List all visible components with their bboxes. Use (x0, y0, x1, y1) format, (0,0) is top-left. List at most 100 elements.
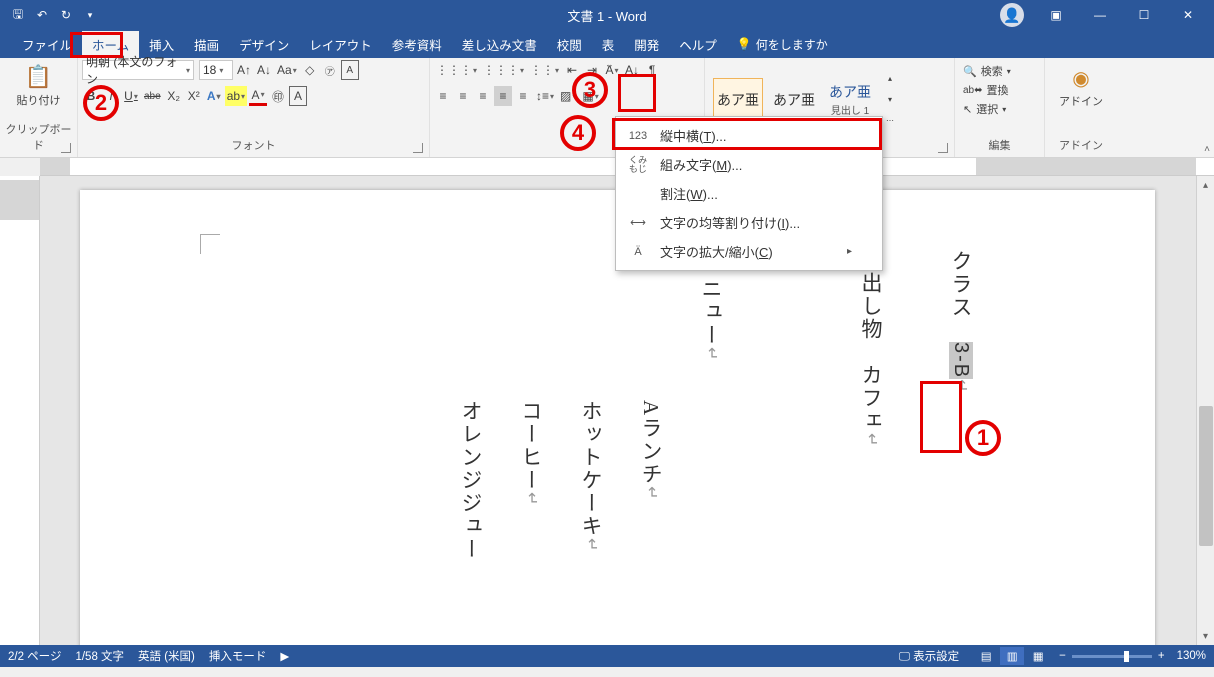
change-case-icon[interactable]: Aa (275, 60, 299, 80)
styles-more-icon[interactable]: ⋯ (881, 111, 899, 131)
para-mark-icon: ↵ (583, 538, 600, 553)
line-spacing-icon[interactable]: ↕≡ (534, 86, 556, 106)
kumimoji-icon: くみもじ (626, 156, 650, 174)
menu-fit-width[interactable]: ⟷ 文字の均等割り付け(I)... (616, 208, 882, 237)
zoom-out-icon[interactable]: − (1059, 650, 1066, 662)
menu-kumimoji[interactable]: くみもじ 組み文字(M)... (616, 150, 882, 179)
bullets-icon[interactable]: ⋮⋮⋮ (434, 60, 479, 80)
font-size-combo[interactable]: 18 (199, 60, 233, 80)
maximize-icon[interactable]: ☐ (1122, 0, 1166, 30)
align-center-icon[interactable]: ≡ (454, 86, 472, 106)
multilevel-icon[interactable]: ⋮⋮ (528, 60, 561, 80)
tab-references[interactable]: 参考資料 (382, 31, 452, 58)
status-word-count[interactable]: 1/58 文字 (75, 648, 124, 664)
menu-char-scale[interactable]: Ä 文字の拡大/縮小(C) ▸ (616, 237, 882, 266)
tab-design[interactable]: デザイン (229, 31, 299, 58)
qat-dropdown-icon[interactable]: ▾ (82, 7, 98, 23)
scrollbar-thumb[interactable] (1199, 406, 1213, 546)
vertical-scrollbar[interactable]: ▴ ▾ (1196, 176, 1214, 645)
status-insert-mode[interactable]: 挿入モード (209, 648, 267, 664)
macro-icon[interactable]: ▶ (280, 649, 289, 663)
status-page[interactable]: 2/2 ページ (8, 648, 61, 664)
minimize-icon[interactable]: — (1078, 0, 1122, 30)
tab-file[interactable]: ファイル (12, 31, 82, 58)
tab-view[interactable]: 表 (592, 31, 625, 58)
bold-button[interactable]: B (82, 86, 100, 106)
addins-label[interactable]: アドイン (1059, 93, 1103, 109)
styles-up-icon[interactable]: ▴ (881, 69, 899, 89)
increase-font-icon[interactable]: A↑ (235, 60, 253, 80)
shading-icon[interactable]: ▨ (558, 86, 578, 106)
increase-indent-icon[interactable]: ⇥ (583, 60, 601, 80)
tab-draw[interactable]: 描画 (184, 31, 229, 58)
subscript-button[interactable]: X₂ (165, 86, 183, 106)
tab-review[interactable]: 校閲 (547, 31, 592, 58)
zoom-slider[interactable] (1072, 655, 1152, 658)
zoom-in-icon[interactable]: + (1158, 650, 1165, 662)
numbering-icon[interactable]: ⋮⋮⋮ (481, 60, 526, 80)
scroll-down-icon[interactable]: ▾ (1197, 627, 1214, 645)
tell-me[interactable]: 💡 何をしますか (737, 36, 828, 53)
replace-button[interactable]: ab⬌置換 (959, 81, 1040, 99)
font-family-combo[interactable]: 明朝 (本文のフォン (82, 60, 194, 80)
phonetic-icon[interactable]: ㋐ (321, 60, 339, 80)
menu-warichu[interactable]: 割注(W)... (616, 179, 882, 208)
collapse-ribbon-icon[interactable]: ˄ (1204, 144, 1210, 155)
menu-tatechuyoko[interactable]: 123 縦中横(T)... (616, 121, 882, 150)
decrease-indent-icon[interactable]: ⇤ (563, 60, 581, 80)
circle-enclose-icon[interactable]: ㊞ (269, 86, 287, 106)
account-icon[interactable]: 👤 (1000, 3, 1024, 27)
tab-layout[interactable]: レイアウト (299, 31, 382, 58)
asian-layout-button[interactable]: A↔ (603, 60, 621, 80)
select-button[interactable]: ↖選択▾ (959, 100, 1040, 118)
styles-down-icon[interactable]: ▾ (881, 90, 899, 110)
align-right-icon[interactable]: ≡ (474, 86, 492, 106)
underline-button[interactable]: U (122, 86, 140, 106)
styles-launcher-icon[interactable] (938, 143, 948, 153)
find-button[interactable]: 🔍検索▾ (959, 62, 1040, 80)
enclose-char-icon[interactable]: A (341, 60, 359, 80)
doc-text: ホットケーキ (579, 400, 603, 538)
style-heading1[interactable]: あア亜 見出し 1 (825, 78, 875, 122)
font-launcher-icon[interactable] (413, 143, 423, 153)
style-normal[interactable]: あア亜 (713, 78, 763, 122)
tab-developer[interactable]: 開発 (624, 31, 669, 58)
doc-text: カフェ (859, 364, 883, 433)
save-icon[interactable]: 🖫 (10, 7, 26, 23)
paste-icon[interactable]: 📋 (25, 64, 52, 90)
status-language[interactable]: 英語 (米国) (138, 648, 195, 664)
tab-mailings[interactable]: 差し込み文書 (452, 31, 547, 58)
superscript-button[interactable]: X² (185, 86, 203, 106)
view-read-icon[interactable]: ▤ (974, 647, 998, 665)
style-nospacing[interactable]: あア亜 (769, 78, 819, 122)
char-border-icon[interactable]: A (289, 86, 307, 106)
view-web-icon[interactable]: ▦ (1026, 647, 1050, 665)
italic-button[interactable]: I (102, 86, 120, 106)
display-settings[interactable]: 🖵 表示設定 (899, 648, 959, 664)
vertical-ruler[interactable] (0, 176, 40, 645)
view-print-icon[interactable]: ▥ (1000, 647, 1024, 665)
ribbon-display-icon[interactable]: ▣ (1034, 0, 1078, 30)
font-color-icon[interactable]: A (249, 86, 267, 106)
align-left-icon[interactable]: ≡ (434, 86, 452, 106)
show-marks-icon[interactable]: ¶ (643, 60, 661, 80)
clipboard-launcher-icon[interactable] (61, 143, 71, 153)
align-distribute-icon[interactable]: ≡ (514, 86, 532, 106)
tab-help[interactable]: ヘルプ (669, 31, 727, 58)
sort-icon[interactable]: A↓ (623, 60, 641, 80)
text-effects-icon[interactable]: A (205, 86, 223, 106)
decrease-font-icon[interactable]: A↓ (255, 60, 273, 80)
close-icon[interactable]: ✕ (1166, 0, 1210, 30)
selected-text-3b[interactable]: 3-B (949, 342, 973, 379)
undo-icon[interactable]: ↶ (34, 7, 50, 23)
addins-icon[interactable]: ◉ (1072, 66, 1089, 91)
scroll-up-icon[interactable]: ▴ (1197, 176, 1214, 194)
strike-button[interactable]: abe (142, 86, 163, 106)
clear-format-icon[interactable]: ◇ (301, 60, 319, 80)
zoom-level[interactable]: 130% (1177, 650, 1206, 662)
highlight-icon[interactable]: ab (225, 86, 247, 106)
align-justify-icon[interactable]: ≡ (494, 86, 512, 106)
borders-icon[interactable]: ▦ (580, 86, 600, 106)
redo-icon[interactable]: ↻ (58, 7, 74, 23)
paste-label[interactable]: 貼り付け (17, 92, 61, 108)
